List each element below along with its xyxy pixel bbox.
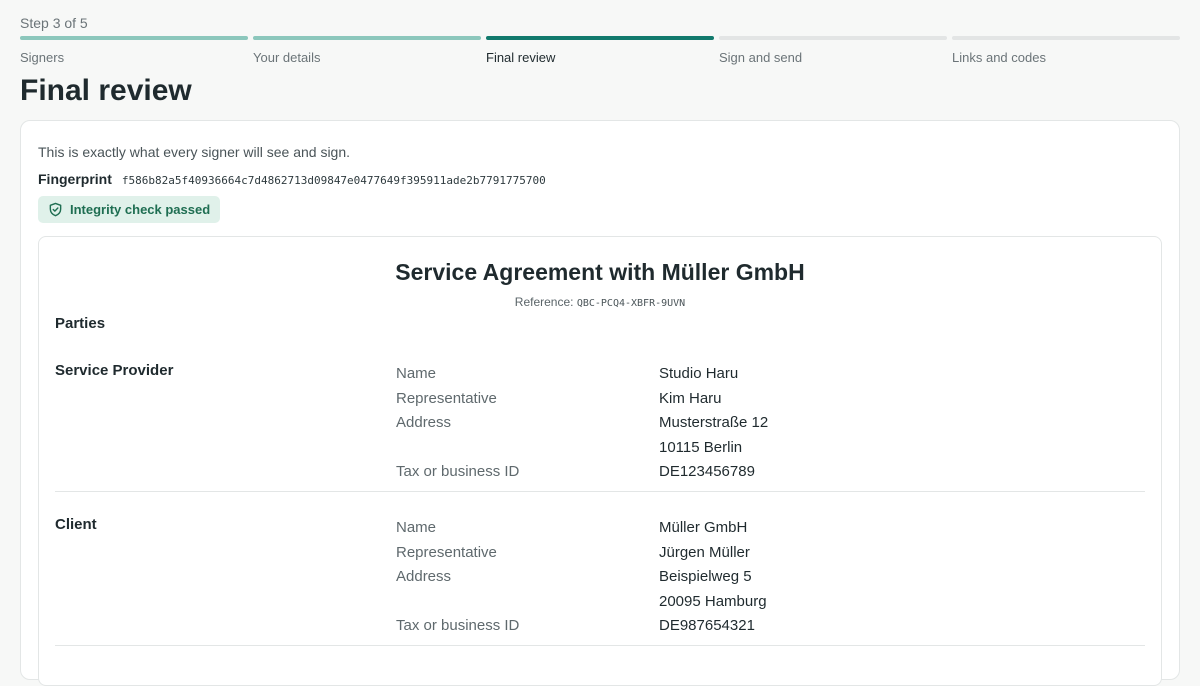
field-value-representative: Kim Haru <box>659 389 722 407</box>
document-preview: Service Agreement with Müller GmbH Refer… <box>38 236 1162 686</box>
field-value-address-street: Musterstraße 12 <box>659 414 769 431</box>
fingerprint-value: f586b82a5f40936664c7d4862713d09847e04776… <box>121 174 546 187</box>
field-value-tax-id: DE987654321 <box>659 617 755 634</box>
document-reference: Reference: QBC-PCQ4-XBFR-9UVN <box>39 295 1161 309</box>
field-label-address-cont <box>396 590 519 615</box>
step-indicator: Step 3 of 5 <box>20 15 88 31</box>
field-label-address-cont <box>396 436 519 461</box>
party-role: Client <box>55 516 97 533</box>
reference-label: Reference: <box>514 295 574 309</box>
step-progress-bar <box>952 36 1180 40</box>
field-label-representative: Representative <box>396 543 497 561</box>
field-label-address: Address <box>396 568 452 585</box>
field-label-address: Address <box>396 414 452 431</box>
parties-heading: Parties <box>55 315 106 332</box>
page-title: Final review <box>20 74 192 107</box>
fingerprint-label: Fingerprint <box>38 171 112 187</box>
integrity-badge: Integrity check passed <box>38 196 221 223</box>
field-value-tax-id: DE123456789 <box>659 463 755 480</box>
fingerprint-row: Fingerprint f586b82a5f40936664c7d4862713… <box>38 171 546 187</box>
step-progress-bar <box>20 36 248 40</box>
field-label-name: Name <box>396 365 437 382</box>
step-label: Signers <box>20 50 65 65</box>
wizard-stepper: Signers Your details Final review Sign a… <box>20 36 1180 65</box>
reference-code: QBC-PCQ4-XBFR-9UVN <box>576 298 686 309</box>
step-progress-bar <box>253 36 481 40</box>
step-your-details[interactable]: Your details <box>253 36 481 65</box>
field-label-representative: Representative <box>396 389 497 407</box>
review-intro: This is exactly what every signer will s… <box>38 144 351 160</box>
step-progress-bar <box>486 36 714 40</box>
field-value-address-city: 20095 Hamburg <box>659 592 767 610</box>
step-links-and-codes: Links and codes <box>952 36 1180 65</box>
party-field-labels: Name Representative Address Tax or busin… <box>396 516 519 639</box>
field-value-name: Müller GmbH <box>659 519 748 536</box>
step-label: Links and codes <box>952 50 1046 65</box>
step-final-review[interactable]: Final review <box>486 36 714 65</box>
party-role: Service Provider <box>55 362 174 379</box>
field-value-address-street: Beispielweg 5 <box>659 568 752 585</box>
field-label-tax-id: Tax or business ID <box>396 617 520 634</box>
step-signers[interactable]: Signers <box>20 36 248 65</box>
step-sign-and-send: Sign and send <box>719 36 947 65</box>
review-card: This is exactly what every signer will s… <box>20 120 1180 686</box>
shield-check-icon <box>48 202 63 217</box>
field-label-tax-id: Tax or business ID <box>396 463 520 480</box>
step-progress-bar <box>719 36 947 40</box>
party-field-values: Müller GmbH Jürgen Müller Beispielweg 5 … <box>659 516 767 639</box>
step-label: Your details <box>253 50 321 65</box>
party-service-provider: Service Provider Name Representative Add… <box>55 362 1145 492</box>
party-field-labels: Name Representative Address Tax or busin… <box>396 362 519 485</box>
step-label: Sign and send <box>719 50 803 65</box>
integrity-badge-text: Integrity check passed <box>70 202 211 217</box>
party-field-values: Studio Haru Kim Haru Musterstraße 12 101… <box>659 362 768 485</box>
field-value-address-city: 10115 Berlin <box>659 438 743 456</box>
party-client: Client Name Representative Address Tax o… <box>55 516 1145 646</box>
field-value-name: Studio Haru <box>659 365 739 382</box>
document-title: Service Agreement with Müller GmbH <box>395 259 805 285</box>
field-value-representative: Jürgen Müller <box>659 543 750 561</box>
step-label: Final review <box>486 50 556 65</box>
field-label-name: Name <box>396 519 437 536</box>
